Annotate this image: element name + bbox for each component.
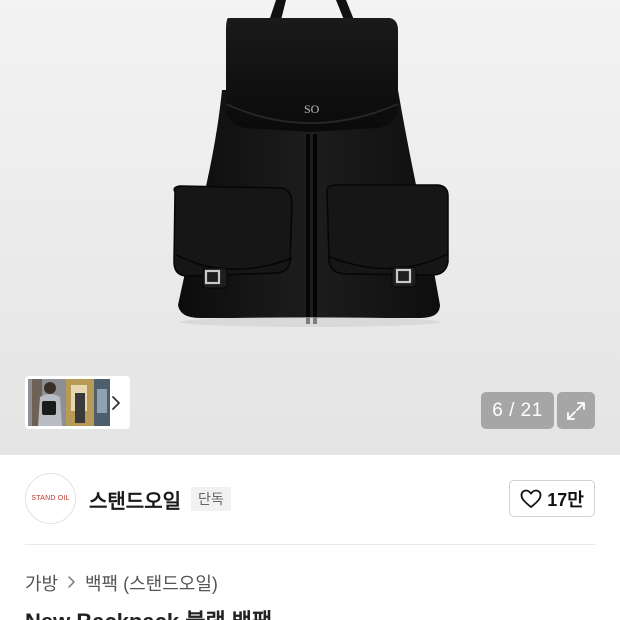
like-button[interactable]: 17만: [509, 480, 595, 517]
chevron-right-icon[interactable]: [109, 393, 123, 413]
breadcrumb-subcategory[interactable]: 백팩 (스탠드오일): [85, 570, 218, 596]
like-count: 17만: [547, 489, 584, 510]
expand-arrows-icon: [567, 401, 585, 420]
brand-name[interactable]: 스탠드오일: [89, 485, 181, 514]
product-title-text: New Backpack 블랙 백팩: [25, 609, 595, 620]
product-title: New Backpack 블랙 백팩: [25, 608, 595, 620]
product-page: SO 6 / 21 STAND OIL 스탠드오일 단독 17만 가방 백팩 (…: [0, 0, 620, 620]
brand-logo-text: STAND OIL: [31, 495, 70, 502]
product-image-gallery[interactable]: SO 6 / 21: [0, 0, 620, 455]
heart-outline-icon: [520, 489, 542, 508]
image-counter: 6 / 21: [481, 392, 554, 429]
brand-logo[interactable]: STAND OIL: [25, 473, 76, 524]
thumbnail-images[interactable]: [28, 379, 110, 426]
section-divider: [25, 544, 595, 545]
flap-logo: SO: [304, 102, 320, 116]
exclusive-badge: 단독: [191, 487, 231, 511]
expand-button[interactable]: [557, 392, 595, 429]
breadcrumb-category[interactable]: 가방: [25, 570, 58, 596]
chevron-right-icon: [68, 576, 75, 588]
